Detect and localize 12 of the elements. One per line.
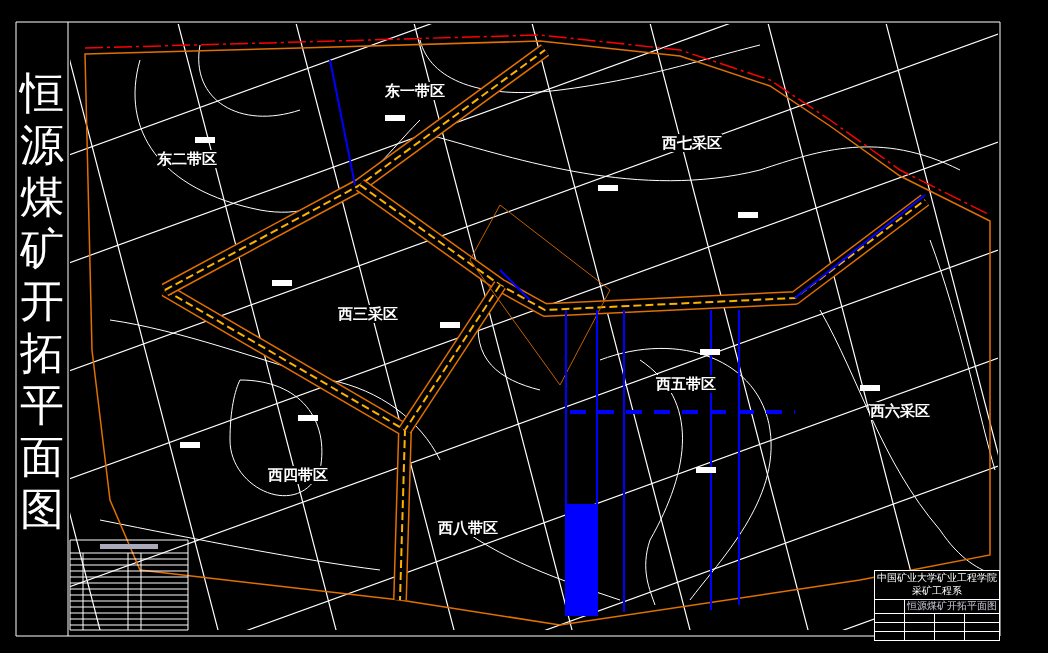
zone-label: 西四带区: [268, 466, 328, 484]
drawing-title: 恒源煤矿开拓平面图: [20, 68, 64, 536]
drawing-title: 恒源煤矿开拓平面图: [906, 600, 998, 613]
zone-label: 东一带区: [385, 82, 445, 100]
institution-name: 中国矿业大学矿业工程学院: [877, 572, 997, 584]
zone-label: 西三采区: [338, 305, 398, 323]
zone-label: 西五带区: [656, 375, 716, 393]
department-name: 采矿工程系: [912, 585, 962, 597]
zone-label: 东二带区: [157, 150, 217, 168]
zone-label: 西八带区: [438, 519, 498, 537]
zone-label: 西七采区: [662, 134, 722, 152]
zone-label: 西六采区: [870, 402, 930, 420]
